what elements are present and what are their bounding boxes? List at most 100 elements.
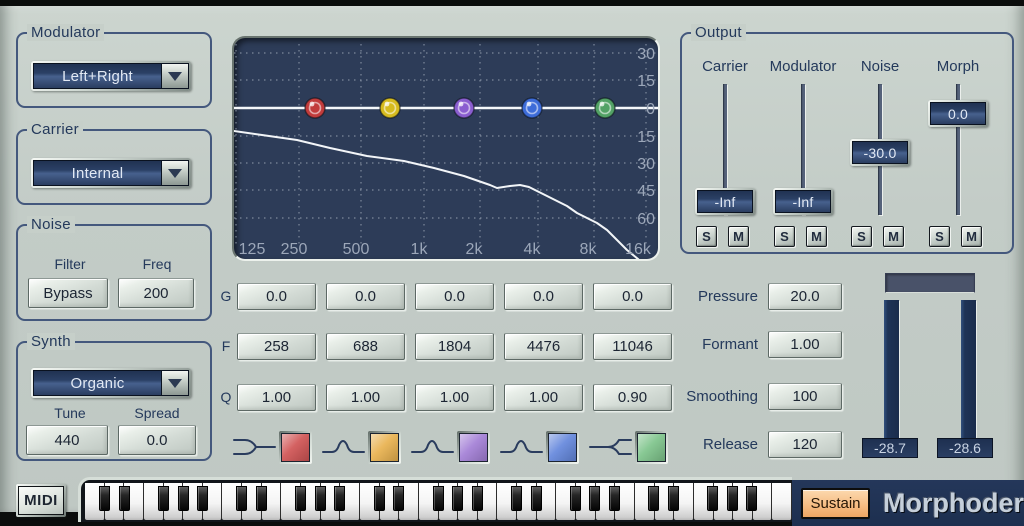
black-key-after-white-1[interactable] [99,486,110,511]
formant-field[interactable]: 1.00 [768,331,842,358]
midi-button[interactable]: MIDI [16,484,66,517]
smoothing-field[interactable]: 100 [768,383,842,410]
black-key-after-white-18[interactable] [433,486,444,511]
response-graph-svg: 1252505001k2k4k8k16k3015015304560 [234,38,658,259]
carrier-source-value[interactable]: Internal [33,160,162,186]
black-key-after-white-6[interactable] [197,486,208,511]
white-key-36[interactable] [772,483,792,520]
q-row-label: Q [218,384,234,411]
x-axis-tick: 2k [466,241,484,258]
band-freq-field-4[interactable]: 4476 [504,333,583,360]
black-key-after-white-8[interactable] [236,486,247,511]
black-key-after-white-29[interactable] [648,486,659,511]
black-key-after-white-34[interactable] [746,486,757,511]
synth-spread-field[interactable]: 0.0 [118,425,196,455]
pressure-field[interactable]: 20.0 [768,283,842,310]
black-key-after-white-13[interactable] [334,486,345,511]
black-key-after-white-23[interactable] [531,486,542,511]
modulator-panel-title: Modulator [27,24,104,41]
black-key-after-white-4[interactable] [158,486,169,511]
black-key-after-white-5[interactable] [178,486,189,511]
synth-tune-label: Tune [32,405,108,421]
carrier-mute-button[interactable]: M [728,226,749,247]
band-freq-row: 2586881804447611046 [237,333,672,360]
morph-slider-handle[interactable]: 0.0 [928,100,988,127]
black-key-after-white-11[interactable] [295,486,306,511]
black-key-after-white-15[interactable] [374,486,385,511]
morph-mute-button[interactable]: M [961,226,982,247]
band-gain-field-4[interactable]: 0.0 [504,283,583,310]
band-marker-5[interactable] [595,98,615,118]
band-marker-2[interactable] [380,98,400,118]
release-field[interactable]: 120 [768,431,842,458]
modulator-slider-label: Modulator [758,58,848,75]
band-q-field-3[interactable]: 1.00 [415,384,494,411]
synth-panel: Synth Organic Tune Spread 440 0.0 [16,341,212,461]
carrier-source-select[interactable]: Internal [31,158,191,188]
band-2-bell-icon [322,436,366,458]
band-gain-field-2[interactable]: 0.0 [326,283,405,310]
modulator-slider-handle[interactable]: -Inf [773,188,833,215]
band-1-icon-cell [233,430,312,464]
carrier-slider-handle[interactable]: -Inf [695,188,755,215]
modulator-source-value[interactable]: Left+Right [33,63,162,89]
band-2-color-button[interactable] [368,431,401,464]
band-marker-4[interactable] [522,98,542,118]
carrier-solo-button[interactable]: S [696,226,717,247]
modulator-mute-button[interactable]: M [806,226,827,247]
band-1-color-button[interactable] [279,431,312,464]
band-gain-field-3[interactable]: 0.0 [415,283,494,310]
black-key-after-white-33[interactable] [727,486,738,511]
synth-preset-value[interactable]: Organic [33,370,162,396]
band-marker-3[interactable] [454,98,474,118]
noise-mute-button[interactable]: M [883,226,904,247]
band-marker-1[interactable] [305,98,325,118]
band-4-color-button[interactable] [546,431,579,464]
keyboard-keys[interactable] [85,483,792,520]
black-key-after-white-26[interactable] [589,486,600,511]
black-key-after-white-20[interactable] [472,486,483,511]
band-q-field-4[interactable]: 1.00 [504,384,583,411]
synth-tune-field[interactable]: 440 [26,425,108,455]
modulator-solo-button[interactable]: S [774,226,795,247]
band-q-field-2[interactable]: 1.00 [326,384,405,411]
carrier-dropdown-arrow-icon[interactable] [162,160,189,186]
black-key-after-white-25[interactable] [570,486,581,511]
synth-preset-select[interactable]: Organic [31,368,191,398]
pressure-label: Pressure [655,283,758,310]
noise-panel-title: Noise [27,216,75,233]
morph-solo-button[interactable]: S [929,226,950,247]
black-key-after-white-12[interactable] [315,486,326,511]
band-freq-field-2[interactable]: 688 [326,333,405,360]
black-key-after-white-22[interactable] [511,486,522,511]
black-key-after-white-30[interactable] [668,486,679,511]
band-q-field-1[interactable]: 1.00 [237,384,316,411]
noise-filter-field[interactable]: Bypass [28,278,108,308]
black-key-after-white-27[interactable] [609,486,620,511]
black-key-after-white-2[interactable] [119,486,130,511]
band-3-color-button[interactable] [457,431,490,464]
synth-spread-label: Spread [120,405,194,421]
sustain-button[interactable]: Sustain [801,488,870,519]
response-graph[interactable]: 1252505001k2k4k8k16k3015015304560 [232,36,660,261]
black-key-after-white-16[interactable] [393,486,404,511]
y-axis-tick: 45 [637,183,655,200]
noise-solo-button[interactable]: S [851,226,872,247]
midi-button-label[interactable]: MIDI [18,486,64,515]
black-key-after-white-9[interactable] [256,486,267,511]
noise-freq-field[interactable]: 200 [118,278,194,308]
synth-dropdown-arrow-icon[interactable] [162,370,189,396]
black-key-after-white-32[interactable] [707,486,718,511]
band-freq-field-3[interactable]: 1804 [415,333,494,360]
modulator-dropdown-arrow-icon[interactable] [162,63,189,89]
band-gain-field-1[interactable]: 0.0 [237,283,316,310]
y-axis-tick: 30 [637,46,655,63]
modulator-source-select[interactable]: Left+Right [31,61,191,91]
noise-slider-handle[interactable]: -30.0 [850,139,910,166]
midi-keyboard[interactable] [78,477,792,522]
black-key-after-white-19[interactable] [452,486,463,511]
meter-header-bar [885,273,975,293]
band-freq-field-1[interactable]: 258 [237,333,316,360]
left-level-meter [884,300,899,438]
y-axis-tick: 60 [637,211,655,228]
